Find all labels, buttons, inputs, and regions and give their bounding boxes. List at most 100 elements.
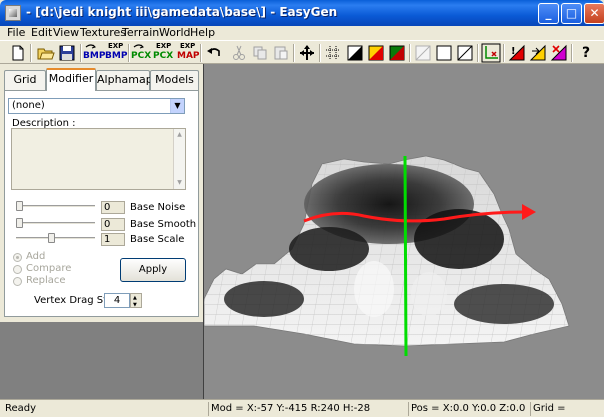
menu-world[interactable]: World <box>159 26 191 40</box>
base-noise-slider[interactable] <box>16 205 95 208</box>
flip-yellow-button[interactable] <box>528 43 548 63</box>
panel-tabs: Grid Modifier Alphamap Models <box>4 68 199 91</box>
view-diagonal-button[interactable] <box>455 43 475 63</box>
scroll-down-icon[interactable]: ▼ <box>174 177 185 189</box>
modifier-select[interactable]: (none) ▼ <box>8 98 185 114</box>
vertex-drag-step-input[interactable]: 4 <box>104 293 130 308</box>
description-scrollbar[interactable]: ▲ ▼ <box>173 129 185 189</box>
menu-help[interactable]: Help <box>190 26 215 40</box>
status-ready: Ready <box>5 403 37 414</box>
toolbar-separator <box>200 44 202 62</box>
radio-replace[interactable] <box>13 277 22 286</box>
new-file-icon <box>12 45 24 61</box>
open-file-button[interactable] <box>36 43 56 63</box>
copy-button[interactable] <box>250 43 270 63</box>
empty-box-icon <box>436 45 452 61</box>
apply-button[interactable]: Apply <box>120 258 186 282</box>
wireframe-disabled-button[interactable] <box>413 43 433 63</box>
export-bmp-button[interactable]: EXP BMP <box>104 42 128 63</box>
close-button[interactable]: ✕ <box>584 3 604 24</box>
menu-view[interactable]: View <box>53 26 79 40</box>
render-textured-button[interactable] <box>366 43 386 63</box>
flip-yellow-icon <box>529 44 546 61</box>
vertex-drag-step-spinner[interactable]: ▲ ▼ <box>130 293 142 308</box>
export-pcx-button[interactable]: EXP PCX <box>152 43 174 63</box>
chevron-down-icon[interactable]: ▼ <box>170 99 184 113</box>
clear-magenta-button[interactable] <box>549 43 569 63</box>
scissors-icon <box>233 45 245 60</box>
render-alpha-button[interactable] <box>387 43 407 63</box>
undo-button[interactable] <box>204 43 224 63</box>
terrain-highlight <box>411 272 447 316</box>
exp-label: EXP <box>108 42 124 50</box>
base-scale-value: 1 <box>101 233 125 246</box>
toolbar-separator <box>319 44 321 62</box>
save-button[interactable] <box>57 43 77 63</box>
app-icon[interactable] <box>5 5 21 21</box>
y-axis-line <box>403 155 408 357</box>
panel-empty-area <box>0 322 203 399</box>
new-file-button[interactable] <box>8 43 28 63</box>
tab-modifier[interactable]: Modifier <box>46 68 96 91</box>
menu-terrain[interactable]: Terrain <box>122 26 159 40</box>
base-noise-value: 0 <box>101 201 125 214</box>
description-box[interactable]: ▲ ▼ <box>11 128 186 190</box>
maximize-button[interactable]: □ <box>561 3 582 24</box>
menu-textures[interactable]: Textures <box>80 26 126 40</box>
minimize-button[interactable]: _ <box>538 3 559 24</box>
scroll-up-icon[interactable]: ▲ <box>174 129 185 141</box>
menu-edit[interactable]: Edit <box>31 26 52 40</box>
spin-up-icon[interactable]: ▲ <box>133 295 137 301</box>
warning-red-button[interactable]: ! <box>507 43 527 63</box>
diagonal-box-icon <box>457 45 473 61</box>
paste-button[interactable] <box>271 43 291 63</box>
open-folder-icon <box>37 48 55 60</box>
view-box-button[interactable] <box>434 43 454 63</box>
tab-grid[interactable]: Grid <box>4 70 46 90</box>
terrain-3d-viewport[interactable] <box>203 64 604 399</box>
modifier-select-value: (none) <box>12 100 45 111</box>
import-bmp-button[interactable]: BMP <box>82 43 106 63</box>
textured-render-icon <box>368 45 384 61</box>
base-noise-slider-thumb[interactable] <box>16 201 23 211</box>
base-scale-slider-thumb[interactable] <box>48 233 55 243</box>
menu-file[interactable]: File <box>7 26 25 40</box>
grid-select-button[interactable] <box>323 43 343 63</box>
radio-compare-label: Compare <box>26 263 72 274</box>
cut-button[interactable] <box>229 43 249 63</box>
bmp-label: BMP <box>105 51 128 61</box>
radio-compare[interactable] <box>13 265 22 274</box>
toolbar-separator <box>571 44 573 62</box>
terrain-highlight <box>354 261 394 317</box>
base-smooth-value: 0 <box>101 218 125 231</box>
undo-icon <box>207 48 220 56</box>
toolbar: BMP EXP BMP PCX EXP PCX EXP MAP ! ? <box>0 40 604 64</box>
help-button[interactable]: ? <box>576 43 596 63</box>
status-modifier-coords: Mod = X:-57 Y:-415 R:240 H:-28 <box>208 402 376 416</box>
export-map-button[interactable]: EXP MAP <box>176 43 200 63</box>
toolbar-separator <box>30 44 32 62</box>
radio-add-label: Add <box>26 251 46 262</box>
map-label: MAP <box>177 51 200 61</box>
status-grid: Grid = <box>530 402 590 416</box>
save-icon <box>59 45 75 61</box>
base-smooth-slider[interactable] <box>16 222 95 225</box>
base-scale-slider[interactable] <box>16 237 95 240</box>
bmp-label: BMP <box>83 51 106 61</box>
svg-text:!: ! <box>511 46 516 57</box>
terrain-shadow <box>289 227 369 271</box>
move-tool-button[interactable] <box>297 43 317 63</box>
spin-down-icon[interactable]: ▼ <box>133 302 137 308</box>
import-pcx-button[interactable]: PCX <box>130 43 152 63</box>
shaded-render-icon <box>347 45 363 61</box>
terrain-shadow <box>224 281 304 317</box>
base-scale-label: Base Scale <box>130 234 185 245</box>
status-bar: Ready Mod = X:-57 Y:-415 R:240 H:-28 Pos… <box>0 399 604 417</box>
axis-toggle-button[interactable] <box>481 43 501 63</box>
render-shaded-button[interactable] <box>345 43 365 63</box>
radio-add[interactable] <box>13 253 22 262</box>
base-smooth-slider-thumb[interactable] <box>16 218 23 228</box>
tab-models[interactable]: Models <box>150 70 199 90</box>
title-bar[interactable]: - [d:\jedi knight iii\gamedata\base\] - … <box>0 0 604 26</box>
tab-alphamap[interactable]: Alphamap <box>96 70 153 90</box>
